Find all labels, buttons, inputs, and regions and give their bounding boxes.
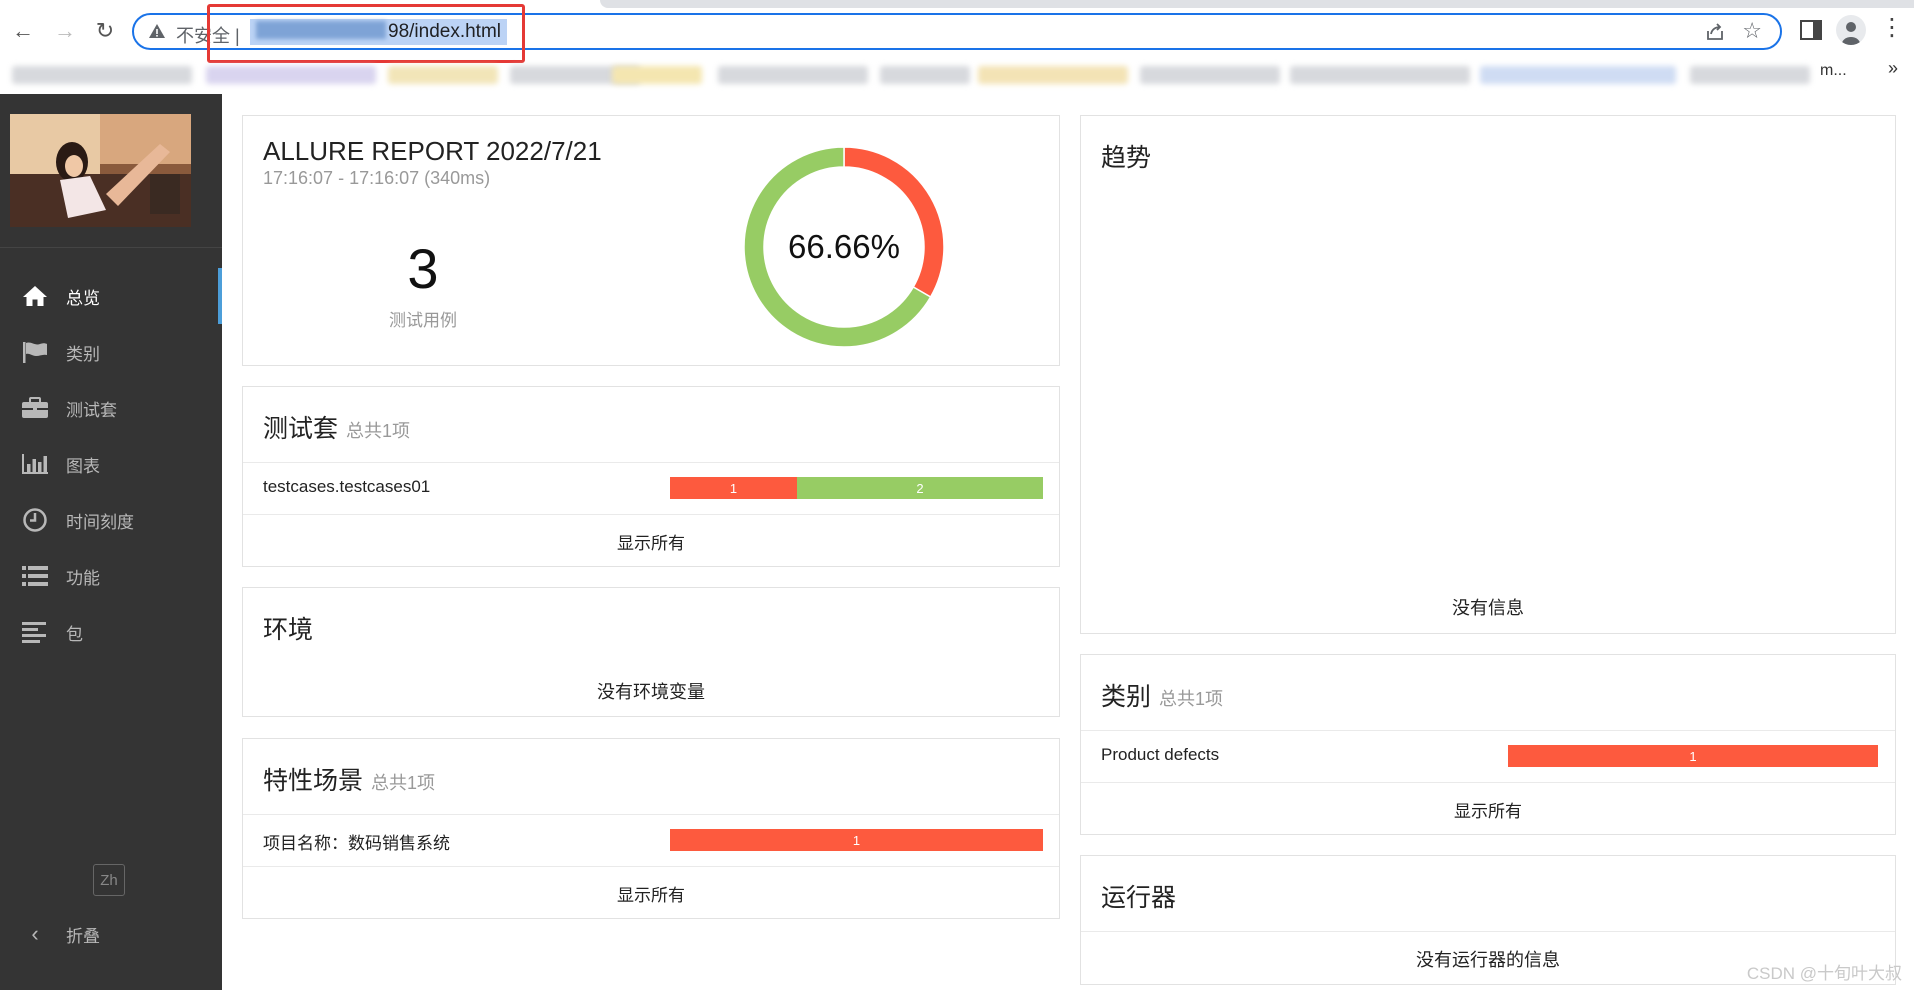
divider xyxy=(243,866,1059,867)
collapse-button[interactable]: ‹ 折叠 xyxy=(0,912,222,956)
highlight-annotation xyxy=(207,4,525,63)
home-icon xyxy=(20,283,50,309)
widget-title: 测试套 xyxy=(263,415,339,443)
suites-widget: 测试套 总共1项 testcases.testcases01 1 2 显示所有 xyxy=(242,386,1060,567)
sidebar-item-graphs[interactable]: 图表 xyxy=(0,436,222,492)
sidebar-item-overview[interactable]: 总览 xyxy=(0,268,222,324)
sidebar-item-label: 包 xyxy=(66,624,83,644)
sidebar-item-label: 时间刻度 xyxy=(66,512,134,532)
empty-message: 没有环境变量 xyxy=(597,682,705,702)
feature-status-bar[interactable]: 1 xyxy=(670,829,1043,851)
back-icon[interactable]: ← xyxy=(6,14,40,48)
failed-segment[interactable]: 1 xyxy=(670,477,797,499)
sidebar-item-categories[interactable]: 类别 xyxy=(0,324,222,380)
sidebar-item-label: 总览 xyxy=(66,288,100,308)
bookmark-tail-text[interactable]: m... xyxy=(1820,62,1847,80)
category-name[interactable]: Product defects xyxy=(1101,745,1219,765)
widget-subtitle: 总共1项 xyxy=(371,773,436,793)
show-all-link[interactable]: 显示所有 xyxy=(243,529,1059,554)
show-all-link[interactable]: 显示所有 xyxy=(1081,797,1895,822)
widget-title: 特性场景 xyxy=(263,767,364,795)
watermark-text: CSDN @十旬叶大叔 xyxy=(1746,964,1902,983)
donut-center-label: 66.66% xyxy=(788,228,900,265)
forward-icon[interactable]: → xyxy=(48,14,82,48)
widget-title: 趋势 xyxy=(1101,144,1152,172)
bar-chart-icon xyxy=(20,451,50,477)
failed-segment[interactable]: 1 xyxy=(1508,745,1878,767)
sidebar-item-behaviors[interactable]: 功能 xyxy=(0,548,222,604)
sidebar-item-timeline[interactable]: 时间刻度 xyxy=(0,492,222,548)
empty-message: 没有信息 xyxy=(1452,598,1524,618)
pass-rate-donut-chart: 66.66% xyxy=(743,146,945,348)
widget-subtitle: 总共1项 xyxy=(1159,689,1224,709)
clock-icon xyxy=(20,507,50,533)
categories-widget: 类别 总共1项 Product defects 1 显示所有 xyxy=(1080,654,1896,835)
features-title: 特性场景 总共1项 xyxy=(263,761,435,797)
suite-status-bar[interactable]: 1 2 xyxy=(670,477,1043,499)
report-title: ALLURE REPORT 2022/7/21 xyxy=(263,136,602,166)
list-icon xyxy=(20,563,50,589)
divider xyxy=(243,814,1059,815)
trend-widget: 趋势 没有信息 xyxy=(1080,115,1896,634)
bookmarks-overflow-button[interactable]: » xyxy=(1888,58,1898,79)
widget-subtitle: 总共1项 xyxy=(346,421,411,441)
failed-segment[interactable]: 1 xyxy=(670,829,1043,851)
menu-kebab-icon[interactable]: ⋮ xyxy=(1880,14,1904,42)
collapse-label: 折叠 xyxy=(66,926,100,946)
sidebar-divider xyxy=(0,247,222,248)
divider xyxy=(1081,782,1895,783)
sidebar-item-label: 图表 xyxy=(66,456,100,476)
report-time: 17:16:07 - 17:16:07 (340ms) xyxy=(263,168,491,188)
sidebar-item-packages[interactable]: 包 xyxy=(0,604,222,660)
flag-icon xyxy=(20,339,50,365)
tab-strip xyxy=(600,0,1914,8)
passed-segment[interactable]: 2 xyxy=(797,477,1043,499)
bookmark-star-icon[interactable]: ☆ xyxy=(1742,18,1762,44)
category-status-bar[interactable]: 1 xyxy=(1508,745,1878,767)
widget-title: 环境 xyxy=(263,616,314,644)
briefcase-icon xyxy=(20,395,50,421)
chevron-left-icon: ‹ xyxy=(31,921,39,946)
language-switch-button[interactable]: Zh xyxy=(93,864,125,896)
widget-title: 运行器 xyxy=(1101,884,1177,912)
sidebar-item-label: 类别 xyxy=(66,344,100,364)
divider xyxy=(1081,730,1895,731)
environment-widget: 环境 没有环境变量 xyxy=(242,587,1060,717)
summary-widget: ALLURE REPORT 2022/7/21 17:16:07 - 17:16… xyxy=(242,115,1060,366)
avatar xyxy=(10,114,191,227)
align-left-icon xyxy=(20,619,50,645)
profile-avatar-icon[interactable] xyxy=(1836,15,1866,45)
side-panel-icon[interactable] xyxy=(1800,20,1822,40)
show-all-link[interactable]: 显示所有 xyxy=(243,881,1059,906)
browser-chrome: ← → ↻ 不安全 | 98/index.html ☆ ⋮ m... » xyxy=(0,0,1914,94)
widget-title: 类别 xyxy=(1101,683,1152,711)
reload-icon[interactable]: ↻ xyxy=(88,14,122,48)
divider xyxy=(243,462,1059,463)
features-widget: 特性场景 总共1项 项目名称：数码销售系统 1 显示所有 xyxy=(242,738,1060,919)
sidebar-item-suites[interactable]: 测试套 xyxy=(0,380,222,436)
test-count: 3 xyxy=(407,237,439,300)
share-icon[interactable] xyxy=(1704,21,1726,43)
sidebar-item-label: 功能 xyxy=(66,568,100,588)
sidebar-item-label: 测试套 xyxy=(66,400,117,420)
warning-icon xyxy=(149,24,165,38)
divider xyxy=(243,514,1059,515)
divider xyxy=(1081,931,1895,932)
suites-title: 测试套 总共1项 xyxy=(263,409,410,445)
categories-title: 类别 总共1项 xyxy=(1101,677,1223,713)
suite-name[interactable]: testcases.testcases01 xyxy=(263,477,430,497)
sidebar: 总览 类别 测试套 图表 时间刻度 功能 包 Zh ‹ 折叠 xyxy=(0,94,222,990)
feature-name[interactable]: 项目名称：数码销售系统 xyxy=(263,829,450,854)
test-count-label: 测试用例 xyxy=(389,311,457,330)
donut-slice-failed[interactable] xyxy=(843,146,945,299)
bookmarks-bar xyxy=(0,56,1914,92)
